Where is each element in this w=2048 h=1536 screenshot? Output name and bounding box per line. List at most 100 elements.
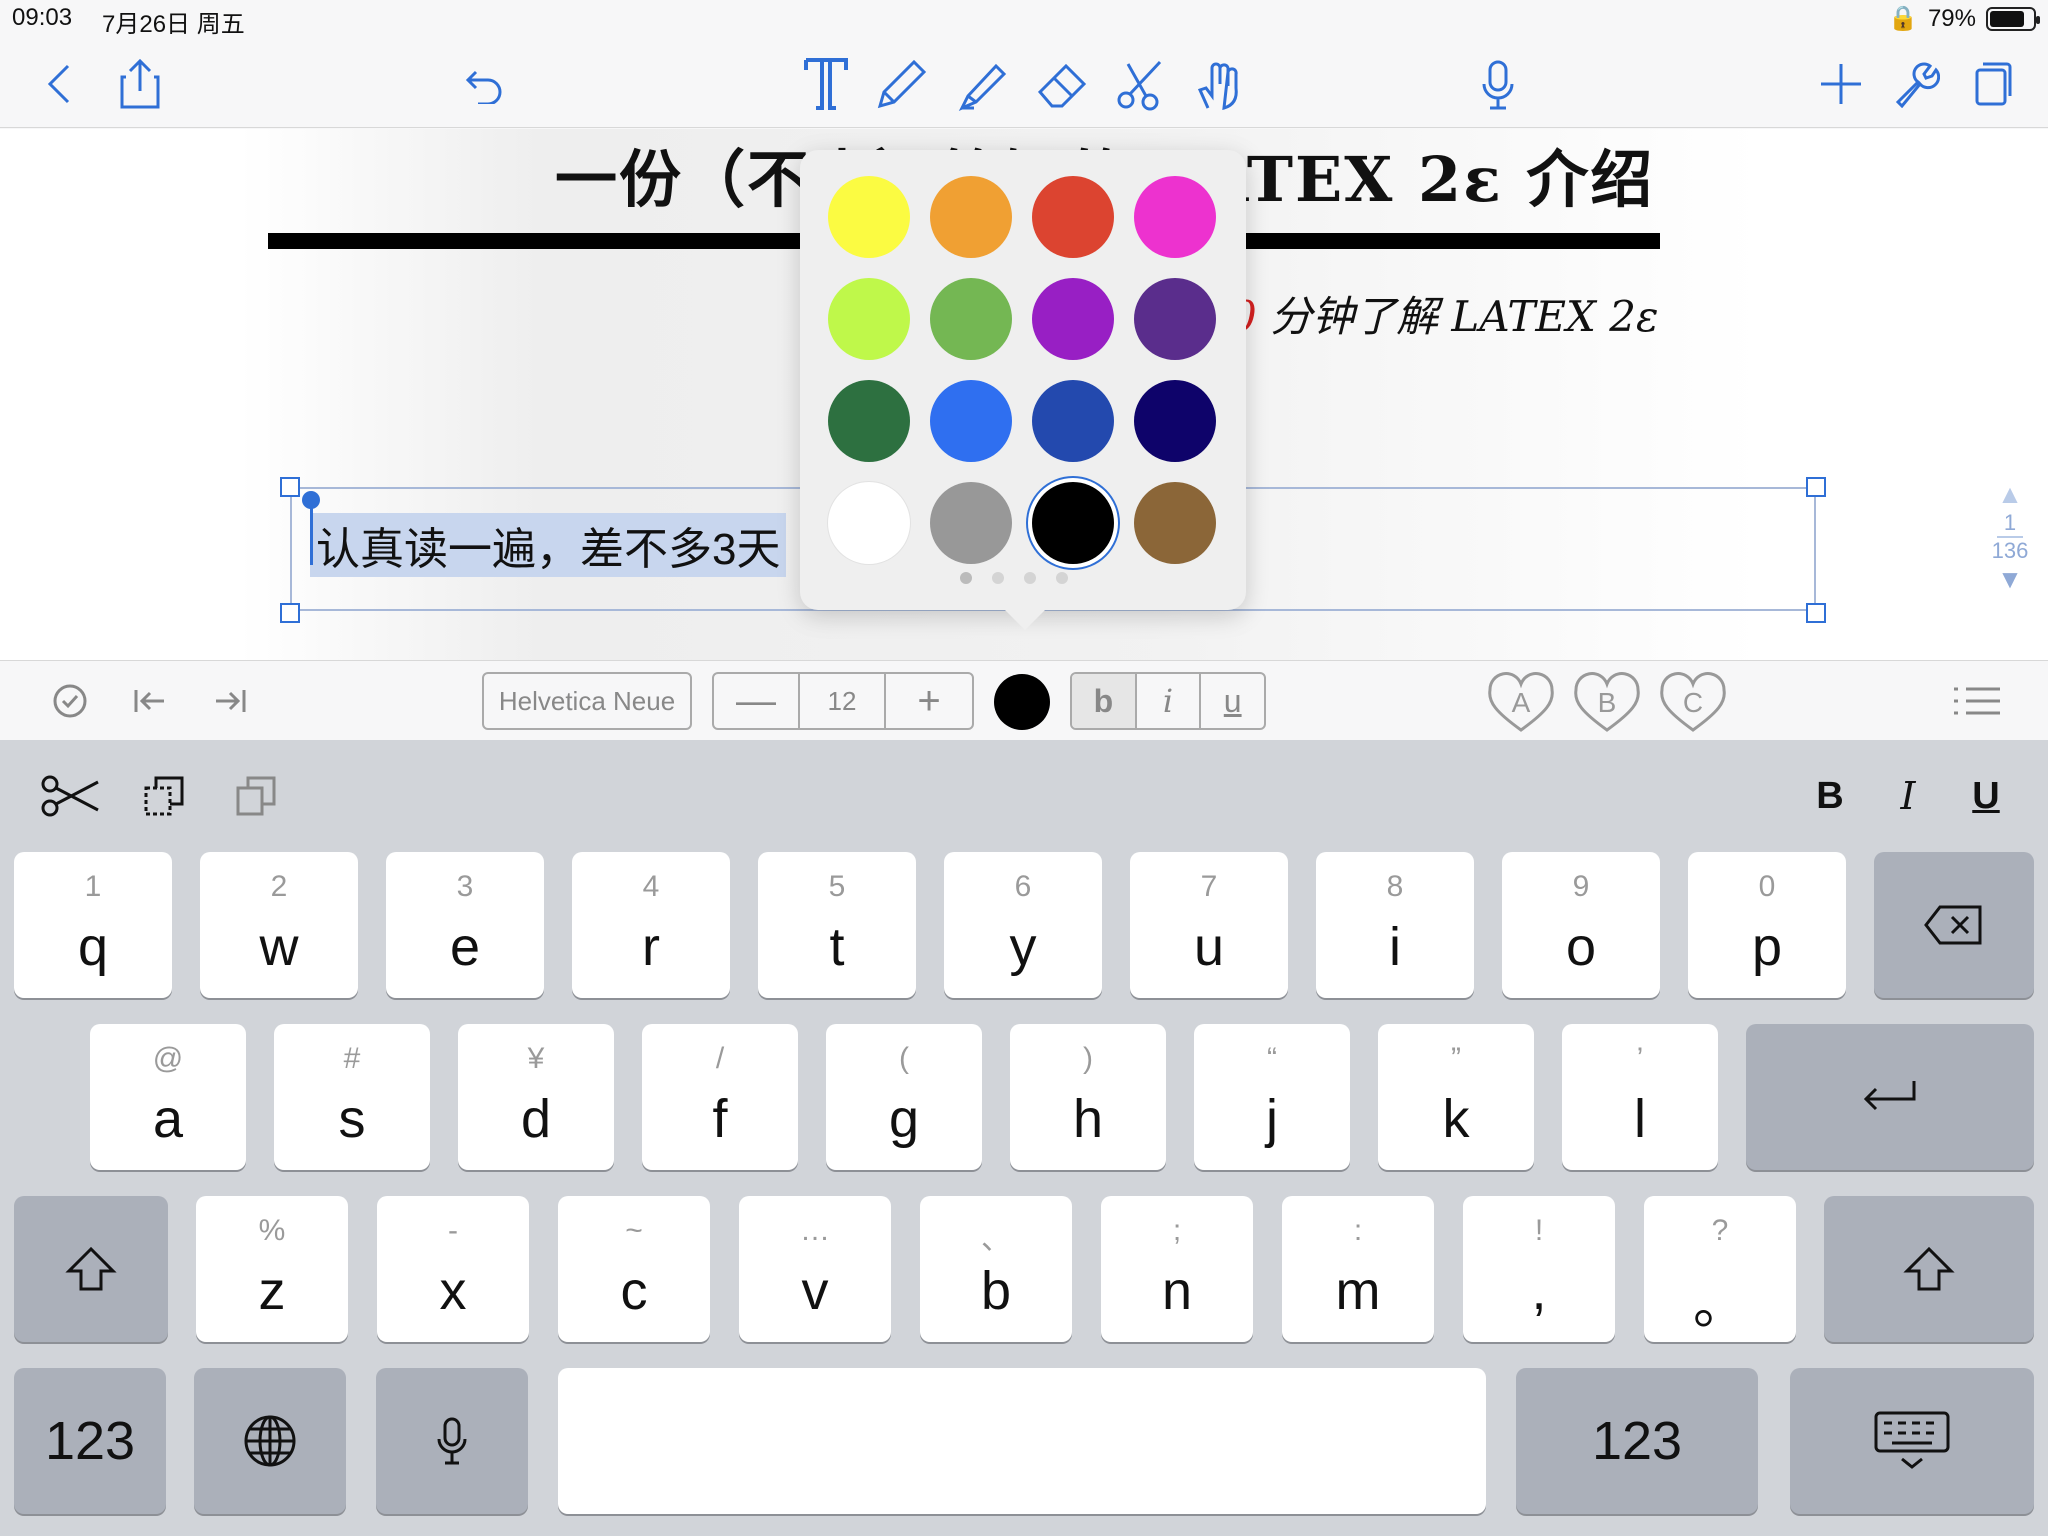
keyboard-underline-button[interactable]: U — [1966, 770, 2006, 822]
key-m[interactable]: :m — [1282, 1196, 1434, 1342]
key-h[interactable]: ) h — [1010, 1024, 1166, 1170]
pages-icon[interactable] — [1968, 40, 2018, 128]
key-question-period[interactable]: ?。 — [1644, 1196, 1796, 1342]
keyboard-italic-button[interactable]: I — [1888, 770, 1928, 822]
copy-icon[interactable] — [138, 770, 190, 822]
wrench-icon[interactable] — [1890, 40, 1942, 128]
numbers-key-left[interactable]: 123 — [14, 1368, 166, 1514]
resize-handle-top-left[interactable] — [280, 477, 300, 497]
key-b[interactable]: 、 b — [920, 1196, 1072, 1342]
style-preset-a-button[interactable]: A — [1486, 672, 1556, 734]
key-p[interactable]: 0p — [1688, 852, 1846, 998]
microphone-icon[interactable] — [1476, 40, 1520, 128]
key-o[interactable]: 9o — [1502, 852, 1660, 998]
hand-tool-icon[interactable] — [1190, 40, 1250, 128]
pen-tool-icon[interactable] — [872, 40, 932, 128]
key-d[interactable]: ¥ d — [458, 1024, 614, 1170]
font-size-increase-button[interactable]: + — [886, 674, 972, 728]
key-q[interactable]: 1q — [14, 852, 172, 998]
style-preset-b-button[interactable]: B — [1572, 672, 1642, 734]
selected-text[interactable]: 认真读一遍，差不多3天 — [310, 513, 787, 577]
color-swatch[interactable] — [828, 176, 910, 258]
resize-handle-bottom-left[interactable] — [280, 603, 300, 623]
list-icon[interactable] — [1950, 677, 2004, 725]
numbers-key-right[interactable]: 123 — [1516, 1368, 1758, 1514]
key-y[interactable]: 6y — [944, 852, 1102, 998]
key-j[interactable]: “j — [1194, 1024, 1350, 1170]
key-n[interactable]: ; n — [1101, 1196, 1253, 1342]
key-r[interactable]: 4r — [572, 852, 730, 998]
back-icon[interactable] — [34, 40, 84, 128]
resize-handle-bottom-right[interactable] — [1806, 603, 1826, 623]
palette-page-dots[interactable] — [960, 572, 1068, 584]
key-v[interactable]: … v — [739, 1196, 891, 1342]
color-swatch[interactable] — [930, 380, 1012, 462]
page-dot[interactable] — [1024, 572, 1036, 584]
share-icon[interactable] — [112, 40, 168, 128]
key-w[interactable]: 2w — [200, 852, 358, 998]
color-swatch[interactable] — [828, 278, 910, 360]
text-tool-icon[interactable] — [798, 40, 854, 128]
undo-icon[interactable] — [458, 40, 510, 128]
page-dot[interactable] — [960, 572, 972, 584]
page-down-icon[interactable]: ▼ — [1990, 564, 2030, 595]
shift-key-right[interactable] — [1824, 1196, 2034, 1342]
key-exclamation-comma[interactable]: !, — [1463, 1196, 1615, 1342]
key-u[interactable]: 7u — [1130, 852, 1288, 998]
shift-key-left[interactable] — [14, 1196, 168, 1342]
key-t[interactable]: 5t — [758, 852, 916, 998]
key-i[interactable]: 8i — [1316, 852, 1474, 998]
font-family-button[interactable]: Helvetica Neue — [482, 672, 692, 730]
color-swatch[interactable] — [1134, 380, 1216, 462]
scissors-tool-icon[interactable] — [1112, 40, 1172, 128]
key-f[interactable]: / f — [642, 1024, 798, 1170]
color-swatch[interactable] — [1032, 278, 1114, 360]
color-swatch[interactable] — [828, 380, 910, 462]
dismiss-keyboard-key[interactable] — [1790, 1368, 2034, 1514]
underline-button[interactable]: u — [1201, 674, 1264, 728]
resize-handle-top-right[interactable] — [1806, 477, 1826, 497]
delete-key[interactable] — [1874, 852, 2034, 998]
page-dot[interactable] — [992, 572, 1004, 584]
bold-button[interactable]: b — [1072, 674, 1137, 728]
key-e[interactable]: 3e — [386, 852, 544, 998]
color-swatch[interactable] — [930, 482, 1012, 564]
font-size-decrease-button[interactable]: — — [714, 674, 800, 728]
outdent-icon[interactable] — [126, 677, 174, 725]
color-swatch[interactable] — [828, 482, 910, 564]
text-color-button[interactable] — [994, 674, 1050, 730]
add-icon[interactable] — [1816, 40, 1866, 128]
key-l[interactable]: ’ l — [1562, 1024, 1718, 1170]
page-indicator[interactable]: ▲ 1 136 ▼ — [1990, 479, 2030, 595]
color-swatch[interactable] — [930, 176, 1012, 258]
paste-icon[interactable] — [230, 770, 282, 822]
cut-icon[interactable] — [38, 770, 102, 822]
color-swatch[interactable] — [1134, 482, 1216, 564]
eraser-tool-icon[interactable] — [1032, 40, 1092, 128]
italic-button[interactable]: i — [1137, 674, 1202, 728]
color-swatch[interactable] — [1134, 176, 1216, 258]
color-swatch[interactable] — [1134, 278, 1216, 360]
keyboard-bold-button[interactable]: B — [1810, 770, 1850, 822]
key-k[interactable]: ” k — [1378, 1024, 1534, 1170]
highlighter-tool-icon[interactable] — [952, 40, 1012, 128]
color-swatch[interactable] — [930, 278, 1012, 360]
return-key[interactable] — [1746, 1024, 2034, 1170]
dictation-key[interactable] — [376, 1368, 528, 1514]
style-preset-c-button[interactable]: C — [1658, 672, 1728, 734]
key-a[interactable]: @ a — [90, 1024, 246, 1170]
indent-icon[interactable] — [206, 677, 254, 725]
page-dot[interactable] — [1056, 572, 1068, 584]
key-g[interactable]: (g — [826, 1024, 982, 1170]
key-z[interactable]: % z — [196, 1196, 348, 1342]
page-up-icon[interactable]: ▲ — [1990, 479, 2030, 510]
key-c[interactable]: ~ c — [558, 1196, 710, 1342]
globe-key[interactable] — [194, 1368, 346, 1514]
checkmark-circle-icon[interactable] — [46, 677, 94, 725]
color-swatch[interactable] — [1032, 176, 1114, 258]
color-swatch[interactable] — [1032, 380, 1114, 462]
key-x[interactable]: -x — [377, 1196, 529, 1342]
key-s[interactable]: # s — [274, 1024, 430, 1170]
color-swatch[interactable] — [1032, 482, 1114, 564]
space-key[interactable] — [558, 1368, 1486, 1514]
